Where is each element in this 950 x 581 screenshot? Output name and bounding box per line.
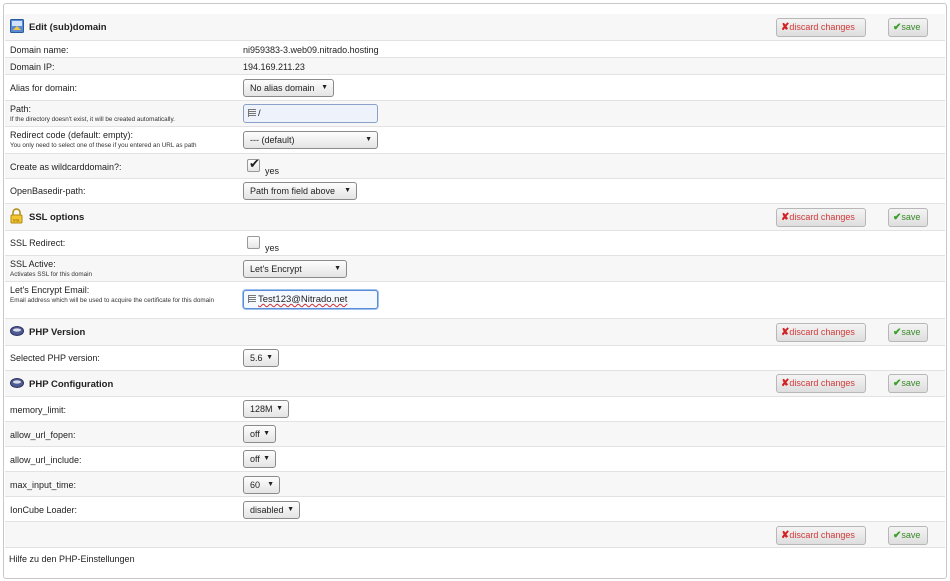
section-title: Edit (sub)domain [29,22,107,33]
path-field-icon [248,109,256,117]
le-email-input[interactable]: Test123@Nitrado.net [243,290,378,309]
redirect-code-label: Redirect code (default: empty): You only … [10,130,197,149]
wildcard-checkbox[interactable] [247,156,260,172]
le-email-row: Let's Encrypt Email: Email address which … [5,282,945,319]
ioncube-label: IonCube Loader: [10,505,78,515]
domain-ip-value: 194.169.211.23 [243,62,305,72]
discard-changes-button[interactable]: ✘discard changes [776,208,866,227]
domain-edit-icon [10,19,24,33]
openbasedir-select[interactable]: Path from field above ▼ [243,182,357,200]
redirect-code-hint: You only need to select one of these if … [10,142,197,149]
ssl-active-hint: Activates SSL for this domain [10,271,93,278]
alias-select[interactable]: No alias domain ▼ [243,79,334,97]
path-label: Path: If the directory doesn't exist, it … [10,104,175,123]
alias-row: Alias for domain: No alias domain ▼ [5,75,945,101]
wildcard-option-label: yes [265,166,280,176]
chevron-down-icon: ▼ [263,455,270,462]
memory-limit-select[interactable]: 128M ▼ [243,400,289,418]
chevron-down-icon: ▼ [276,405,283,412]
domain-name-label: Domain name: [10,45,69,55]
le-email-label: Let's Encrypt Email: Email address which … [10,285,238,306]
svg-text:SSL: SSL [13,218,21,223]
section-header-php-config: PHP Configuration ✘discard changes ✔save [5,371,945,397]
section-title: PHP Version [29,327,86,338]
chevron-down-icon: ▼ [334,265,341,272]
memory-limit-label: memory_limit: [10,405,67,415]
ssl-redirect-option-label: yes [265,243,280,253]
openbasedir-label: OpenBasedir-path: [10,186,86,196]
allow-url-include-label: allow_url_include: [10,455,82,465]
redirect-code-row: Redirect code (default: empty): You only … [5,127,945,154]
openbasedir-row: OpenBasedir-path: Path from field above ▼ [5,179,945,204]
path-input[interactable]: / [243,104,378,123]
max-input-time-label: max_input_time: [10,480,77,490]
section-title: PHP Configuration [29,379,114,390]
wildcard-row: Create as wildcarddomain?: yes [5,154,945,179]
domain-name-row: Domain name: ni959383-3.web09.nitrado.ho… [5,41,945,58]
path-hint: If the directory doesn't exist, it will … [10,116,175,123]
allow-url-fopen-select[interactable]: off ▼ [243,425,276,443]
php-icon [10,326,24,336]
save-button[interactable]: ✔save [888,374,928,393]
chevron-down-icon: ▼ [267,481,274,488]
domain-edit-form: Edit (sub)domain ✘discard changes ✔save … [3,3,947,579]
redirect-code-select[interactable]: --- (default) ▼ [243,131,378,149]
allow-url-include-select[interactable]: off ▼ [243,450,276,468]
path-row: Path: If the directory doesn't exist, it … [5,101,945,127]
chevron-down-icon: ▼ [321,84,328,91]
save-button[interactable]: ✔save [888,208,928,227]
max-input-time-select[interactable]: 60 ▼ [243,476,280,494]
ssl-redirect-checkbox[interactable] [247,236,260,249]
alias-label: Alias for domain: [10,83,78,93]
allow-url-include-row: allow_url_include: off ▼ [5,447,945,472]
ssl-active-label: SSL Active: Activates SSL for this domain [10,259,93,278]
wildcard-label: Create as wildcarddomain?: [10,162,122,172]
php-version-label: Selected PHP version: [10,353,100,363]
max-input-time-row: max_input_time: 60 ▼ [5,472,945,497]
le-email-hint: Email address which will be used to acqu… [10,297,215,304]
chevron-down-icon: ▼ [263,430,270,437]
allow-url-fopen-row: allow_url_fopen: off ▼ [5,422,945,447]
discard-changes-button[interactable]: ✘discard changes [776,526,866,545]
section-title: SSL options [29,212,85,223]
ioncube-select[interactable]: disabled ▼ [243,501,300,519]
ssl-active-select[interactable]: Let's Encrypt ▼ [243,260,347,278]
section-header-ssl: SSL SSL options ✘discard changes ✔save [5,204,945,231]
allow-url-fopen-label: allow_url_fopen: [10,430,76,440]
domain-ip-label: Domain IP: [10,62,55,72]
memory-limit-row: memory_limit: 128M ▼ [5,397,945,422]
email-field-icon [248,295,256,303]
php-icon [10,378,24,388]
ssl-active-row: SSL Active: Activates SSL for this domain… [5,256,945,282]
chevron-down-icon: ▼ [287,506,294,513]
php-help-link[interactable]: Hilfe zu den PHP-Einstellungen [9,554,135,564]
section-header-php-version: PHP Version ✘discard changes ✔save [5,319,945,346]
footer-actions: ✘discard changes ✔save [5,522,945,548]
discard-changes-button[interactable]: ✘discard changes [776,18,866,37]
discard-changes-button[interactable]: ✘discard changes [776,323,866,342]
lock-icon: SSL [10,208,23,224]
section-header-domain: Edit (sub)domain ✘discard changes ✔save [5,14,945,41]
chevron-down-icon: ▼ [344,187,351,194]
save-button[interactable]: ✔save [888,526,928,545]
ssl-redirect-row: SSL Redirect: yes [5,231,945,256]
domain-ip-row: Domain IP: 194.169.211.23 [5,58,945,75]
chevron-down-icon: ▼ [365,136,372,143]
ssl-redirect-label: SSL Redirect: [10,238,66,248]
ioncube-row: IonCube Loader: disabled ▼ [5,497,945,522]
domain-name-value: ni959383-3.web09.nitrado.hosting [243,45,379,55]
save-button[interactable]: ✔save [888,18,928,37]
php-version-row: Selected PHP version: 5.6 ▼ [5,346,945,371]
discard-changes-button[interactable]: ✘discard changes [776,374,866,393]
php-version-select[interactable]: 5.6 ▼ [243,349,279,367]
chevron-down-icon: ▼ [266,354,273,361]
save-button[interactable]: ✔save [888,323,928,342]
